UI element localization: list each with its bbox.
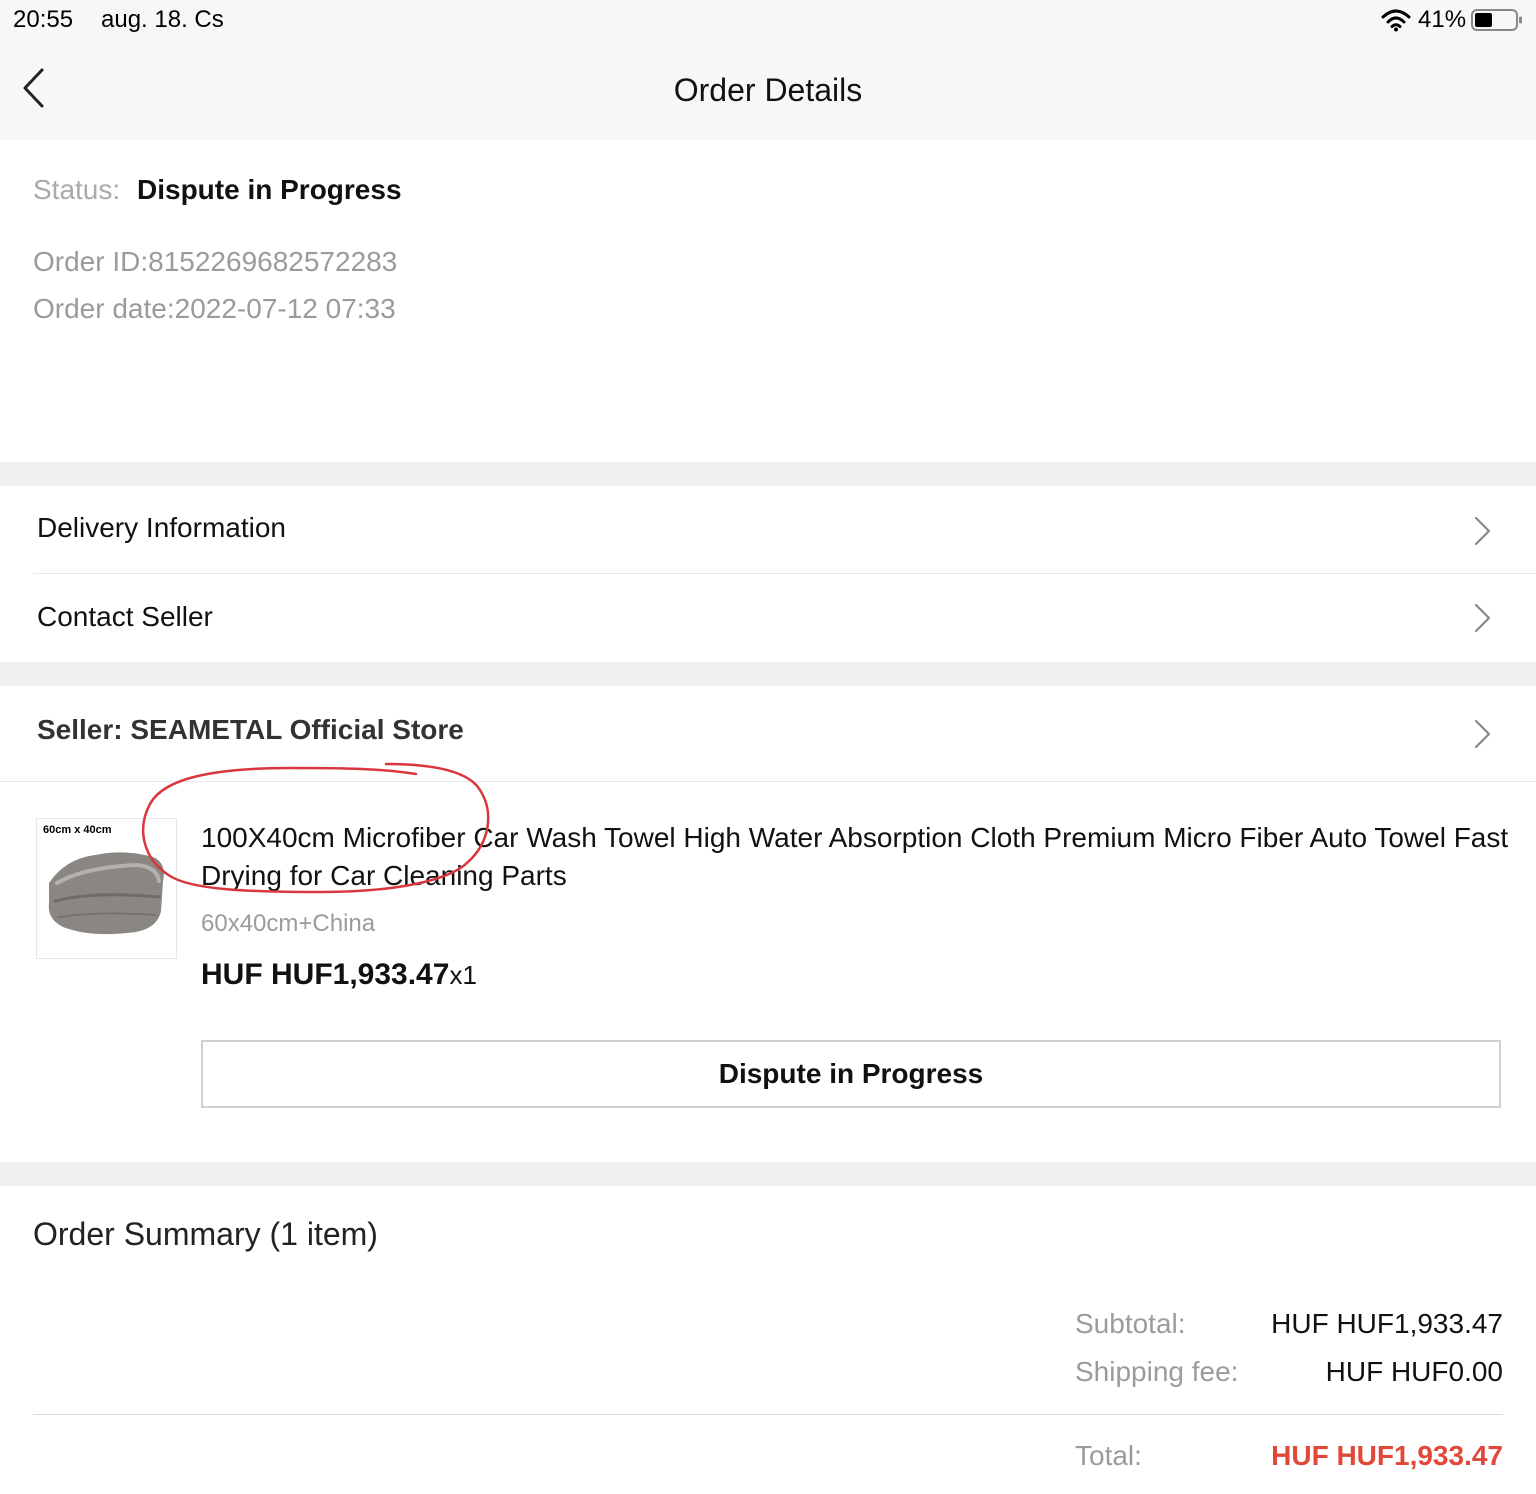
status-time: 20:55 bbox=[13, 6, 74, 33]
product-title[interactable]: 100X40cm Microfiber Car Wash Towel High … bbox=[201, 819, 1511, 895]
product-variant: 60x40cm+China bbox=[201, 910, 376, 937]
product-image[interactable]: 60cm x 40cm bbox=[36, 818, 177, 959]
subtotal-value: HUF HUF1,933.47 bbox=[1271, 1308, 1503, 1339]
battery-percentage: 41% bbox=[1418, 6, 1467, 33]
product-quantity: x1 bbox=[449, 960, 477, 990]
order-date: Order date:2022-07-12 07:33 bbox=[33, 293, 396, 324]
total-label: Total: bbox=[1075, 1440, 1142, 1471]
product-price: HUF HUF1,933.47 bbox=[201, 958, 450, 991]
divider bbox=[0, 781, 1536, 782]
divider bbox=[33, 1414, 1503, 1415]
wifi-icon bbox=[1381, 9, 1411, 32]
towel-image bbox=[48, 852, 164, 935]
divider bbox=[33, 573, 1536, 574]
chevron-right-icon bbox=[1474, 719, 1491, 749]
order-summary-title: Order Summary (1 item) bbox=[33, 1216, 378, 1252]
shipping-fee-label: Shipping fee: bbox=[1075, 1356, 1239, 1387]
status-bar: 20:55 aug. 18. Cs 41% bbox=[0, 0, 1536, 44]
delivery-information-label: Delivery Information bbox=[37, 512, 286, 543]
delivery-information-row[interactable]: Delivery Information bbox=[0, 486, 1536, 572]
contact-seller-row[interactable]: Contact Seller bbox=[0, 575, 1536, 661]
status-label: Status: bbox=[33, 174, 121, 205]
dispute-in-progress-button[interactable]: Dispute in Progress bbox=[201, 1040, 1501, 1108]
product-image-caption: 60cm x 40cm bbox=[43, 824, 112, 836]
section-separator bbox=[0, 462, 1536, 486]
contact-seller-label: Contact Seller bbox=[37, 601, 213, 632]
status-date: aug. 18. Cs bbox=[101, 6, 224, 33]
nav-bar: Order Details bbox=[0, 44, 1536, 140]
product-price-line: HUF HUF1,933.47x1 bbox=[201, 958, 477, 992]
order-id: Order ID:8152269682572283 bbox=[33, 246, 398, 277]
total-value: HUF HUF1,933.47 bbox=[1271, 1440, 1503, 1471]
section-separator bbox=[0, 662, 1536, 686]
subtotal-label: Subtotal: bbox=[1075, 1308, 1186, 1339]
section-separator bbox=[0, 1162, 1536, 1186]
seller-name: Seller: SEAMETAL Official Store bbox=[37, 714, 464, 745]
status-value: Dispute in Progress bbox=[137, 174, 402, 205]
chevron-right-icon bbox=[1474, 603, 1491, 633]
page-title: Order Details bbox=[673, 72, 863, 108]
shipping-fee-value: HUF HUF0.00 bbox=[1325, 1356, 1503, 1387]
battery-icon bbox=[1471, 9, 1522, 31]
chevron-right-icon bbox=[1474, 516, 1491, 546]
